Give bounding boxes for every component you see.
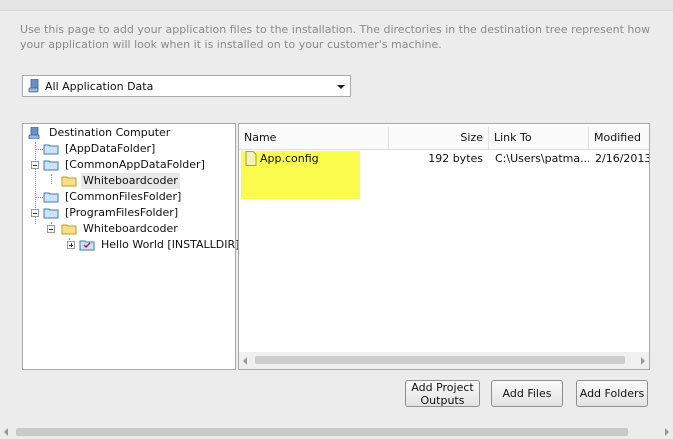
scrollbar-thumb[interactable]	[255, 356, 625, 364]
file-list[interactable]: Name Size Link To Modified App.config 19…	[238, 123, 650, 370]
scroll-left-icon[interactable]	[4, 428, 8, 436]
tree-item-label: [ProgramFilesFolder]	[65, 206, 179, 219]
table-row[interactable]: App.config 192 bytes C:\Users\patma... 2…	[239, 150, 650, 168]
folder-icon	[43, 192, 59, 203]
file-list-header: Name Size Link To Modified	[239, 127, 649, 150]
tree-item-label: Whiteboardcoder	[83, 222, 178, 235]
tree-item-label: Whiteboardcoder	[81, 173, 180, 189]
folder-icon	[43, 208, 59, 219]
add-files-button[interactable]: Add Files	[491, 380, 563, 407]
folder-open-icon	[61, 224, 77, 235]
scroll-right-icon[interactable]	[641, 357, 645, 365]
page-horizontal-scrollbar[interactable]	[0, 424, 673, 439]
file-modified: 2/16/2013 1	[595, 152, 650, 165]
installdir-folder-icon	[79, 240, 95, 251]
chevron-down-icon[interactable]	[337, 85, 345, 89]
destination-tree[interactable]: Destination Computer [AppDataFolder] [Co…	[22, 123, 239, 370]
collapse-icon[interactable]	[31, 209, 39, 217]
computer-icon	[28, 79, 39, 93]
scroll-right-icon[interactable]	[665, 428, 669, 436]
column-header-size[interactable]: Size	[389, 127, 489, 149]
add-folders-button[interactable]: Add Folders	[576, 380, 648, 407]
scroll-left-icon[interactable]	[243, 357, 247, 365]
tree-item-label: [AppDataFolder]	[65, 142, 156, 155]
expand-icon[interactable]	[67, 241, 75, 249]
horizontal-scrollbar[interactable]	[239, 352, 649, 369]
computer-icon	[28, 127, 40, 139]
view-selector-dropdown[interactable]: All Application Data	[22, 75, 351, 97]
file-name: App.config	[260, 152, 319, 165]
scrollbar-thumb[interactable]	[16, 428, 628, 436]
top-edge	[0, 0, 673, 11]
collapse-icon[interactable]	[31, 161, 39, 169]
collapse-icon[interactable]	[47, 225, 55, 233]
column-header-link-to[interactable]: Link To	[489, 127, 589, 149]
tree-item-label: Hello World [INSTALLDIR]	[101, 238, 240, 251]
view-selector-value: All Application Data	[45, 80, 154, 93]
folder-open-icon	[61, 176, 77, 187]
tree-item-label: Destination Computer	[49, 126, 171, 139]
column-header-name[interactable]: Name	[239, 127, 389, 149]
tree-item-label: [CommonFilesFolder]	[65, 190, 182, 203]
folder-icon	[43, 144, 59, 155]
add-project-outputs-button[interactable]: Add Project Outputs	[405, 380, 480, 407]
page-description: Use this page to add your application fi…	[20, 23, 651, 51]
column-header-modified[interactable]: Modified	[589, 127, 649, 149]
config-file-icon	[245, 151, 257, 166]
folder-icon	[43, 160, 59, 171]
file-link: C:\Users\patma...	[495, 152, 589, 165]
tree-item-label: [CommonAppDataFolder]	[65, 158, 205, 171]
file-size: 192 bytes	[428, 152, 483, 165]
